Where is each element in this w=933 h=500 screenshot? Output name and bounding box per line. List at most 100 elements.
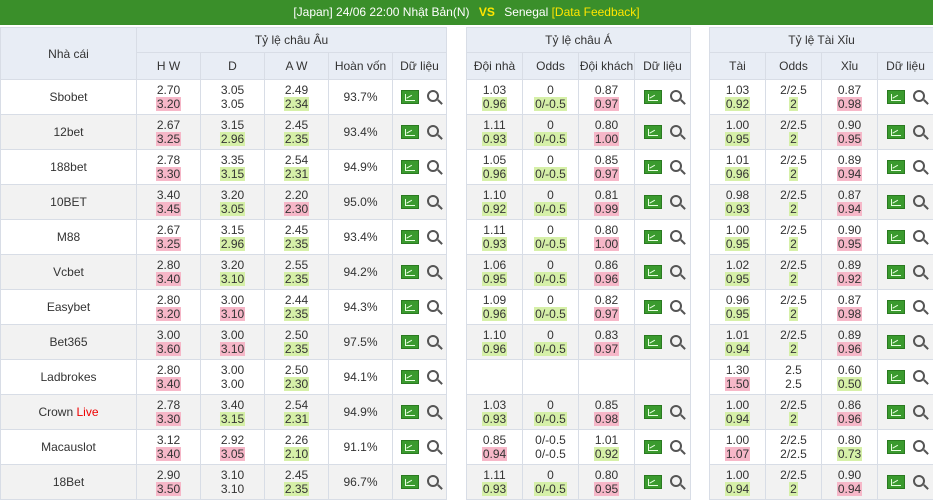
bookmaker-name[interactable]: Ladbrokes bbox=[0, 359, 137, 395]
odds-pair: 1.01 0.94 bbox=[710, 328, 765, 356]
search-icon[interactable] bbox=[912, 404, 925, 417]
search-icon[interactable] bbox=[426, 264, 439, 277]
chart-icon[interactable] bbox=[886, 440, 905, 455]
chart-icon[interactable] bbox=[643, 335, 662, 350]
chart-icon[interactable] bbox=[886, 300, 905, 315]
search-icon[interactable] bbox=[912, 264, 925, 277]
search-icon[interactable] bbox=[669, 474, 682, 487]
search-icon[interactable] bbox=[426, 299, 439, 312]
search-icon[interactable] bbox=[912, 474, 925, 487]
bookmaker-name[interactable]: 10BET bbox=[0, 184, 137, 220]
draw-odds: 3.40 3.15 bbox=[200, 394, 265, 430]
bookmaker-name[interactable]: Macauslot bbox=[0, 429, 137, 465]
search-icon[interactable] bbox=[669, 264, 682, 277]
data-cell bbox=[876, 219, 933, 255]
refund-rate: 93.4% bbox=[328, 114, 393, 150]
odds-pair: 3.40 3.45 bbox=[137, 188, 200, 216]
search-icon[interactable] bbox=[912, 334, 925, 347]
chart-icon[interactable] bbox=[400, 230, 419, 245]
search-icon[interactable] bbox=[426, 124, 439, 137]
search-icon[interactable] bbox=[426, 194, 439, 207]
col-home-team: Đội nhà bbox=[466, 52, 523, 80]
search-icon[interactable] bbox=[669, 334, 682, 347]
search-icon[interactable] bbox=[426, 404, 439, 417]
bookmaker-name[interactable]: 18Bet bbox=[0, 464, 137, 500]
chart-icon[interactable] bbox=[886, 230, 905, 245]
chart-icon[interactable] bbox=[400, 160, 419, 175]
search-icon[interactable] bbox=[669, 439, 682, 452]
search-icon[interactable] bbox=[912, 229, 925, 242]
search-icon[interactable] bbox=[426, 334, 439, 347]
chart-icon[interactable] bbox=[886, 475, 905, 490]
empty-cell bbox=[633, 359, 692, 395]
search-icon[interactable] bbox=[426, 474, 439, 487]
search-icon[interactable] bbox=[426, 229, 439, 242]
away-team-odds: 0.85 0.97 bbox=[578, 149, 635, 185]
chart-icon[interactable] bbox=[886, 370, 905, 385]
table-row: 0.85 0.94 0/-0.5 0/-0.5 1.01 0.92 bbox=[466, 429, 692, 465]
current-odds: 0/-0.5 bbox=[534, 237, 567, 251]
chart-icon[interactable] bbox=[643, 265, 662, 280]
chart-icon[interactable] bbox=[643, 440, 662, 455]
chart-icon[interactable] bbox=[643, 230, 662, 245]
chart-icon[interactable] bbox=[886, 125, 905, 140]
search-icon[interactable] bbox=[426, 369, 439, 382]
search-icon[interactable] bbox=[669, 299, 682, 312]
chart-icon[interactable] bbox=[400, 195, 419, 210]
chart-icon[interactable] bbox=[643, 90, 662, 105]
chart-icon[interactable] bbox=[400, 335, 419, 350]
bookmaker-name[interactable]: 188bet bbox=[0, 149, 137, 185]
search-icon[interactable] bbox=[669, 159, 682, 172]
chart-icon[interactable] bbox=[400, 475, 419, 490]
bookmaker-label: Ladbrokes bbox=[40, 370, 97, 384]
chart-icon[interactable] bbox=[886, 90, 905, 105]
search-icon[interactable] bbox=[912, 299, 925, 312]
data-feedback-link[interactable]: [Data Feedback] bbox=[552, 5, 640, 19]
chart-icon[interactable] bbox=[886, 160, 905, 175]
chart-icon[interactable] bbox=[643, 125, 662, 140]
chart-icon[interactable] bbox=[886, 265, 905, 280]
search-icon[interactable] bbox=[669, 89, 682, 102]
search-icon[interactable] bbox=[426, 439, 439, 452]
bookmaker-name[interactable]: Easybet bbox=[0, 289, 137, 325]
chart-icon[interactable] bbox=[400, 300, 419, 315]
league-label: [Japan] bbox=[293, 5, 333, 19]
search-icon[interactable] bbox=[426, 89, 439, 102]
chart-icon[interactable] bbox=[400, 405, 419, 420]
live-badge[interactable]: Live bbox=[77, 405, 99, 419]
bookmaker-name[interactable]: M88 bbox=[0, 219, 137, 255]
chart-icon[interactable] bbox=[643, 475, 662, 490]
bookmaker-name[interactable]: Crown Live bbox=[0, 394, 137, 430]
chart-icon[interactable] bbox=[643, 195, 662, 210]
search-icon[interactable] bbox=[669, 229, 682, 242]
chart-icon[interactable] bbox=[643, 405, 662, 420]
bookmaker-name[interactable]: Sbobet bbox=[0, 79, 137, 115]
opening-odds: 0.89 bbox=[837, 328, 862, 342]
chart-icon[interactable] bbox=[400, 125, 419, 140]
chart-icon[interactable] bbox=[400, 265, 419, 280]
opening-odds: 1.03 bbox=[482, 398, 507, 412]
chart-icon[interactable] bbox=[400, 90, 419, 105]
chart-icon[interactable] bbox=[400, 370, 419, 385]
search-icon[interactable] bbox=[912, 89, 925, 102]
search-icon[interactable] bbox=[912, 369, 925, 382]
chart-icon[interactable] bbox=[400, 440, 419, 455]
search-icon[interactable] bbox=[912, 124, 925, 137]
chart-icon[interactable] bbox=[886, 405, 905, 420]
opening-odds: 3.15 bbox=[220, 118, 245, 132]
chart-icon[interactable] bbox=[886, 195, 905, 210]
search-icon[interactable] bbox=[669, 404, 682, 417]
search-icon[interactable] bbox=[912, 159, 925, 172]
search-icon[interactable] bbox=[426, 159, 439, 172]
chart-icon[interactable] bbox=[886, 335, 905, 350]
search-icon[interactable] bbox=[912, 439, 925, 452]
search-icon[interactable] bbox=[912, 194, 925, 207]
search-icon[interactable] bbox=[669, 194, 682, 207]
chart-icon[interactable] bbox=[643, 300, 662, 315]
bookmaker-name[interactable]: Bet365 bbox=[0, 324, 137, 360]
opening-odds: 0.82 bbox=[594, 293, 619, 307]
bookmaker-name[interactable]: 12bet bbox=[0, 114, 137, 150]
chart-icon[interactable] bbox=[643, 160, 662, 175]
bookmaker-name[interactable]: Vcbet bbox=[0, 254, 137, 290]
search-icon[interactable] bbox=[669, 124, 682, 137]
